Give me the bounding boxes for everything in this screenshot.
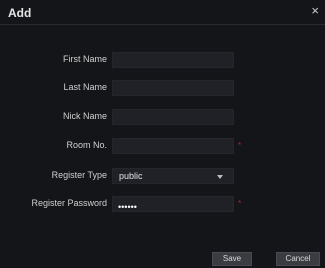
register-type-value: public [119,171,143,181]
first-name-input[interactable] [113,56,233,70]
register-type-row: Register Type public [0,168,325,186]
register-password-label: Register Password [31,198,107,208]
room-no-required-mark: * [238,141,242,150]
register-type-label: Register Type [51,170,107,180]
register-password-required-mark: * [238,199,242,208]
room-no-input[interactable] [113,142,233,156]
register-type-select[interactable]: public [112,168,234,184]
nick-name-label: Nick Name [62,111,107,121]
chevron-down-icon[interactable] [217,175,223,179]
first-name-row: First Name [0,52,325,70]
register-password-input[interactable] [113,200,233,214]
add-dialog: Add × First Name Last Name Nick Name Roo… [0,0,325,268]
register-password-row: Register Password * [0,196,325,214]
title-divider [0,24,325,25]
register-password-field[interactable] [112,196,234,214]
save-button[interactable]: Save [212,252,252,266]
first-name-field[interactable] [112,52,234,70]
first-name-label: First Name [62,54,107,64]
close-icon[interactable]: × [311,4,319,17]
last-name-label: Last Name [63,82,107,92]
room-no-row: Room No. * [0,138,325,156]
last-name-row: Last Name [0,80,325,98]
nick-name-field[interactable] [112,109,234,127]
last-name-input[interactable] [113,84,233,98]
last-name-field[interactable] [112,80,234,98]
nick-name-input[interactable] [113,113,233,127]
room-no-field[interactable] [112,138,234,156]
nick-name-row: Nick Name [0,109,325,127]
room-no-label: Room No. [66,140,107,150]
dialog-title: Add [8,6,32,20]
cancel-button[interactable]: Cancel [276,252,320,266]
